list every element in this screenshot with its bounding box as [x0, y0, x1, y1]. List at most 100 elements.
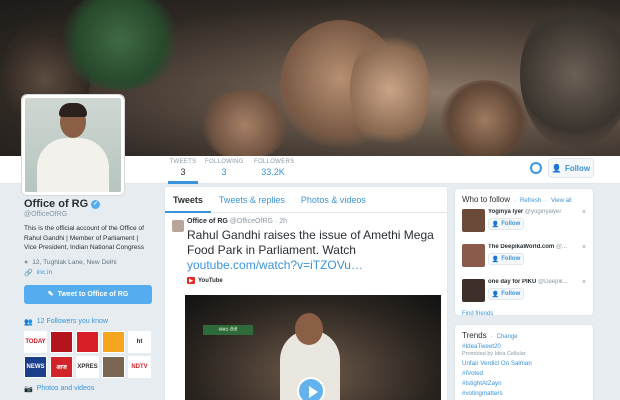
youtube-source[interactable]: ▶ YouTube — [187, 277, 441, 284]
trend-list: #IdeaTweet20 Promoted by Idea Cellular Unf… — [462, 343, 586, 397]
follow-label: Follow — [501, 256, 521, 262]
find-friends-link[interactable]: Find friends — [462, 311, 586, 317]
followers-you-know-link[interactable]: 👥 12 Followers you know — [24, 318, 154, 326]
follower-avatar[interactable] — [50, 330, 73, 353]
header-separator: · — [545, 198, 548, 204]
tweet-to-button-label: Tweet to Office of RG — [57, 290, 129, 298]
suggestion-handle: @... — [555, 244, 567, 250]
who-to-follow-header: Who to follow · Refresh · View all — [462, 195, 586, 204]
profile-avatar[interactable] — [22, 95, 124, 195]
add-user-icon: 👤 — [491, 221, 500, 228]
stat-followers[interactable]: FOLLOWERS 33.2K — [254, 159, 295, 177]
suggestion-list: Yoginya Iyer @yoginyaiyer × 👤 Follow The Dee… — [462, 209, 586, 309]
dismiss-icon[interactable]: × — [582, 244, 586, 251]
video-banner: संसद टीवी — [203, 325, 253, 335]
follower-avatar[interactable] — [102, 330, 125, 353]
follower-avatar[interactable] — [102, 355, 125, 378]
follower-avatar[interactable]: EXPRESS — [76, 355, 99, 378]
suggestion-avatar[interactable] — [462, 209, 485, 232]
profile-name-row: Office of RG ✓ — [24, 198, 154, 210]
photos-and-videos-label: Photos and videos — [36, 385, 95, 392]
stat-label: TWEETS — [169, 159, 197, 165]
video-figure-head — [295, 313, 323, 345]
tweet[interactable]: Office of RG @OfficeOfRG · 2h Rahul Gand… — [165, 214, 447, 284]
tab-tweets[interactable]: Tweets — [165, 187, 211, 213]
suggestion-follow-button[interactable]: 👤 Follow — [488, 218, 524, 230]
suggestion-avatar[interactable] — [462, 244, 485, 267]
view-all-link[interactable]: View all — [551, 198, 572, 204]
header-separator: · — [514, 198, 517, 204]
follow-button[interactable]: 👤 Follow — [548, 158, 594, 178]
photos-and-videos-link[interactable]: 📷 Photos and videos — [24, 385, 154, 393]
suggestion-item[interactable]: one day for PIKU @Deepik... × 👤 Follow — [462, 279, 586, 309]
trend-item[interactable]: Unfair Verdict On Salman — [462, 360, 586, 367]
avatar-figure-body — [37, 138, 109, 192]
suggestion-avatar[interactable] — [462, 279, 485, 302]
suggestion-name[interactable]: The DeepikaWorld.com @... — [488, 244, 584, 250]
play-icon[interactable] — [297, 377, 325, 400]
tweet-text: Rahul Gandhi raises the issue of Amethi … — [187, 228, 441, 273]
link-icon: 🔗 — [24, 269, 33, 277]
stat-tweets[interactable]: TWEETS 3 — [168, 156, 198, 184]
tweet-link[interactable]: youtube.com/watch?v=iTZOVu… — [187, 258, 363, 272]
suggestion-follow-button[interactable]: 👤 Follow — [488, 288, 524, 300]
header-photo-shape — [520, 0, 620, 150]
suggestion-item[interactable]: Yoginya Iyer @yoginyaiyer × 👤 Follow — [462, 209, 586, 239]
dismiss-icon[interactable]: × — [582, 279, 586, 286]
tweet-timestamp[interactable]: 2h — [279, 218, 287, 225]
trends-header: Trends · Change — [462, 331, 586, 340]
follower-avatar[interactable]: आज — [50, 355, 73, 378]
profile-handle[interactable]: @OfficeOfRG — [24, 211, 154, 218]
tweet-author-name[interactable]: Office of RG — [187, 218, 228, 225]
follower-avatar[interactable] — [76, 330, 99, 353]
suggestion-name[interactable]: Yoginya Iyer @yoginyaiyer — [488, 209, 584, 215]
follower-avatar[interactable]: NDTV — [128, 355, 151, 378]
follower-avatar[interactable]: TODAY — [24, 330, 47, 353]
tab-tweets-and-replies[interactable]: Tweets & replies — [211, 187, 293, 213]
change-link[interactable]: Change — [497, 334, 518, 340]
timeline: Tweets Tweets & replies Photos & videos … — [164, 186, 448, 400]
refresh-link[interactable]: Refresh — [520, 198, 541, 204]
stat-value: 3 — [221, 167, 227, 177]
suggestion-handle: @yoginyaiyer — [524, 209, 562, 215]
timeline-tabs: Tweets Tweets & replies Photos & videos — [165, 187, 447, 213]
suggestion-follow-button[interactable]: 👤 Follow — [488, 253, 524, 265]
tweet-author-handle[interactable]: @OfficeOfRG — [230, 218, 273, 225]
profile-location-row: ● 12, Tughlak Lane, New Delhi — [24, 259, 154, 266]
trend-item[interactable]: #IVoted — [462, 370, 586, 377]
profile-name[interactable]: Office of RG — [24, 198, 88, 210]
stat-value: 33.2K — [261, 167, 285, 177]
tab-photos-and-videos[interactable]: Photos & videos — [293, 187, 374, 213]
trends-module: Trends · Change #IdeaTweet20 Promoted by … — [454, 324, 594, 400]
stat-label: FOLLOWING — [205, 159, 244, 165]
compose-icon: ✎ — [47, 291, 54, 298]
header-photo-shape — [200, 90, 290, 156]
suggestion-name[interactable]: one day for PIKU @Deepik... — [488, 279, 584, 285]
trend-item[interactable]: #IdeaTweet20 — [462, 343, 586, 350]
follower-avatar[interactable]: NEWS — [24, 355, 47, 378]
profile-url-row: 🔗 inc.in — [24, 269, 154, 277]
followers-you-know-label: 12 Followers you know — [36, 318, 108, 325]
followers-you-know-grid: TODAY ht NEWSआजEXPRESS NDTV — [24, 330, 154, 378]
profile-bio: This is the official account of the Offi… — [24, 225, 145, 251]
tweet-to-button[interactable]: ✎ Tweet to Office of RG — [24, 284, 152, 304]
avatar-figure-hair — [59, 103, 87, 117]
video-player[interactable]: संसद टीवी — [185, 295, 441, 400]
trend-item[interactable]: #votingmatters — [462, 390, 586, 397]
stat-label: FOLLOWERS — [254, 159, 295, 165]
header-photo-shape — [350, 30, 430, 150]
add-user-icon: 👤 — [491, 291, 500, 298]
add-user-icon: 👤 — [491, 256, 500, 263]
tweet-avatar[interactable] — [172, 220, 184, 232]
dismiss-icon[interactable]: × — [582, 209, 586, 216]
profile-url-link[interactable]: inc.in — [37, 269, 52, 276]
trends-title: Trends — [462, 331, 487, 340]
add-user-icon: 👤 — [551, 163, 562, 173]
gear-icon[interactable] — [530, 162, 542, 174]
suggestion-item[interactable]: The DeepikaWorld.com @... × 👤 Follow — [462, 244, 586, 274]
stat-following[interactable]: FOLLOWING 3 — [205, 159, 243, 177]
trend-promoted-label: Promoted by Idea Cellular — [462, 351, 526, 357]
trend-item[interactable]: #IstightAtZayn — [462, 380, 586, 387]
youtube-source-label: YouTube — [198, 277, 223, 284]
follower-avatar[interactable]: ht — [128, 330, 151, 353]
